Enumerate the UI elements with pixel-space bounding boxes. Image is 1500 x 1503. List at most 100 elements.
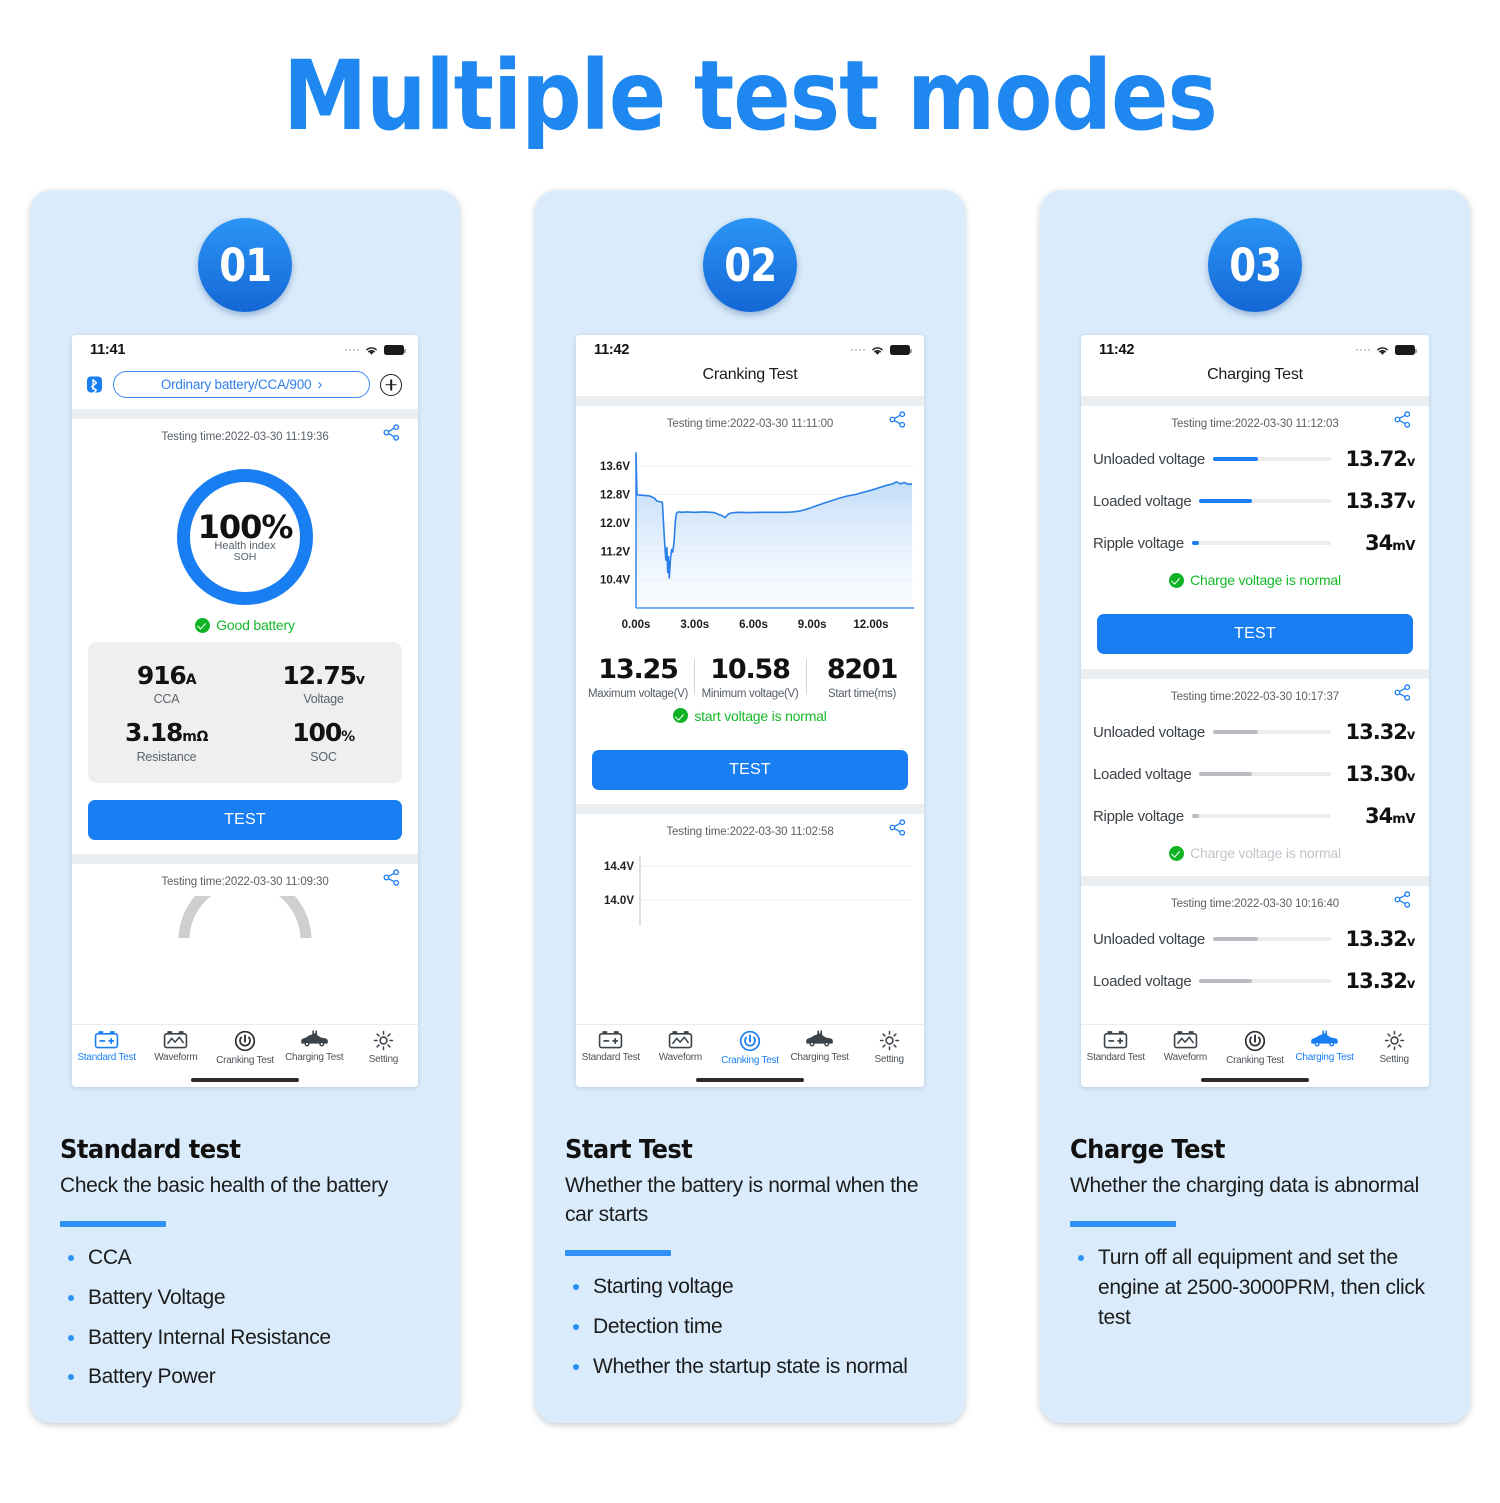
home-indicator bbox=[696, 1078, 804, 1082]
cranking-waveform-chart: 13.6V 12.8V 12.0V 11.2V 10.4V 0.00s 3.00s 6.00… bbox=[576, 438, 924, 649]
list-item: Starting voltage bbox=[565, 1272, 939, 1302]
tab-label: Waveform bbox=[658, 1052, 702, 1063]
svg-text:13.6V: 13.6V bbox=[600, 461, 630, 473]
stat-label: Minimum voltage(V) bbox=[701, 687, 799, 700]
charging-status-badge: Charge voltage is normal bbox=[1081, 837, 1429, 870]
tab-setting[interactable]: Setting bbox=[349, 1025, 418, 1077]
charging-result-card-1: Testing time:2022-03-30 11:12:03 Unloade… bbox=[1081, 406, 1429, 669]
testing-time-row: Testing time:2022-03-30 11:09:30 bbox=[72, 864, 418, 896]
tab-charging-test[interactable]: Charging Test bbox=[280, 1025, 349, 1077]
row-value: 13.72v bbox=[1345, 447, 1415, 471]
testing-time-row: Testing time:2022-03-30 11:11:00 bbox=[576, 406, 924, 438]
row-label: Loaded voltage bbox=[1093, 765, 1192, 783]
stat-value: 8201 bbox=[826, 654, 899, 685]
stat-resistance: 3.18mΩ Resistance bbox=[88, 713, 245, 770]
testing-time: Testing time:2022-03-30 11:19:36 bbox=[161, 431, 329, 443]
tabs: Standard Test Waveform Cranking Test Cha… bbox=[72, 1025, 418, 1077]
share-icon[interactable] bbox=[889, 818, 906, 841]
signal-dots-icon bbox=[1355, 348, 1370, 352]
tab-label: Standard Test bbox=[77, 1052, 136, 1063]
cranking-status-text: start voltage is normal bbox=[694, 707, 827, 724]
tab-cranking-test[interactable]: Cranking Test bbox=[715, 1025, 785, 1077]
caption-subtitle: Whether the charging data is abnormal bbox=[1070, 1174, 1419, 1197]
list-item: Turn off all equipment and set the engin… bbox=[1070, 1243, 1444, 1332]
row-label: Ripple voltage bbox=[1093, 807, 1184, 825]
share-icon[interactable] bbox=[1394, 684, 1411, 706]
cranking-test-result-card: Testing time:2022-03-30 11:11:00 13.6V 1… bbox=[576, 406, 924, 804]
phone-mockup-cranking-test: 11:42 Cranking Test Testing time:2022-03… bbox=[576, 335, 924, 1087]
testing-time-row: Testing time:2022-03-30 10:16:40 bbox=[1081, 886, 1429, 918]
charging-result-card-2: Testing time:2022-03-30 10:17:37 Unloade… bbox=[1081, 679, 1429, 876]
svg-text:6.00s: 6.00s bbox=[739, 619, 768, 631]
tab-cranking-test[interactable]: Cranking Test bbox=[210, 1025, 279, 1077]
status-indicators bbox=[1355, 344, 1417, 356]
share-icon[interactable] bbox=[1394, 411, 1411, 433]
stat-start-time: 8201 Start time(ms) bbox=[806, 655, 918, 700]
tab-charging-test[interactable]: Charging Test bbox=[1290, 1025, 1360, 1077]
charging-result-card-3: Testing time:2022-03-30 10:16:40 Unloade… bbox=[1081, 886, 1429, 1002]
tab-label: Standard Test bbox=[581, 1052, 641, 1063]
share-icon[interactable] bbox=[383, 868, 400, 891]
previous-cranking-card: Testing time:2022-03-30 11:02:58 14.4V 1… bbox=[576, 813, 924, 939]
stat-value: 10.58 bbox=[710, 654, 791, 685]
battery-type-selector[interactable]: Ordinary battery/CCA/900 › bbox=[113, 371, 370, 398]
soh-ring: 100% Health index SOH bbox=[177, 469, 313, 605]
row-value: 34mV bbox=[1364, 804, 1415, 828]
svg-text:12.8V: 12.8V bbox=[600, 490, 630, 502]
share-icon[interactable] bbox=[383, 424, 400, 446]
tab-label: Waveform bbox=[154, 1052, 198, 1063]
caption-bullets: Turn off all equipment and set the engin… bbox=[1070, 1243, 1444, 1332]
stat-voltage: 12.75v Voltage bbox=[245, 656, 402, 713]
list-item: Battery Power bbox=[60, 1362, 434, 1392]
status-time: 11:42 bbox=[1099, 342, 1135, 358]
home-indicator bbox=[191, 1078, 299, 1082]
stat-max-voltage: 13.25 Maximum voltage(V) bbox=[582, 655, 694, 700]
waveform-battery-icon bbox=[1173, 1031, 1198, 1049]
progress-track bbox=[1191, 813, 1331, 819]
charging-status-text: Charge voltage is normal bbox=[1190, 845, 1341, 861]
tab-charging-test[interactable]: Charging Test bbox=[785, 1025, 855, 1077]
share-icon[interactable] bbox=[1394, 891, 1411, 913]
phone-mockup-standard-test: 11:41 Ordinary battery/CCA/900 › Testing… bbox=[72, 335, 418, 1087]
test-button[interactable]: TEST bbox=[592, 749, 908, 790]
testing-time-row: Testing time:2022-03-30 11:02:58 bbox=[576, 814, 924, 846]
caption-subtitle: Whether the battery is normal when the c… bbox=[565, 1174, 919, 1226]
test-button[interactable]: TEST bbox=[88, 799, 402, 840]
tab-setting[interactable]: Setting bbox=[1359, 1025, 1429, 1077]
tab-setting[interactable]: Setting bbox=[854, 1025, 924, 1077]
tab-waveform[interactable]: Waveform bbox=[1151, 1025, 1221, 1077]
svg-text:11.2V: 11.2V bbox=[601, 546, 631, 558]
status-bar: 11:42 bbox=[1081, 335, 1429, 365]
row-loaded-voltage: Loaded voltage 13.30v bbox=[1081, 753, 1429, 795]
step-badge-02: 02 bbox=[703, 218, 797, 312]
add-button[interactable] bbox=[380, 373, 402, 396]
svg-text:14.4V: 14.4V bbox=[604, 861, 634, 873]
cranking-status-badge: start voltage is normal bbox=[576, 700, 924, 733]
caption-rule bbox=[565, 1249, 671, 1256]
wifi-icon bbox=[870, 345, 885, 356]
tab-standard-test[interactable]: Standard Test bbox=[576, 1025, 646, 1077]
row-loaded-voltage: Loaded voltage 13.37v bbox=[1081, 480, 1429, 522]
share-icon[interactable] bbox=[889, 411, 906, 433]
svg-text:3.00s: 3.00s bbox=[680, 619, 709, 631]
tab-standard-test[interactable]: Standard Test bbox=[1081, 1025, 1151, 1077]
charging-status-badge: Charge voltage is normal bbox=[1081, 564, 1429, 597]
tab-waveform[interactable]: Waveform bbox=[646, 1025, 716, 1077]
tab-standard-test[interactable]: Standard Test bbox=[72, 1025, 141, 1077]
test-button[interactable]: TEST bbox=[1097, 614, 1413, 654]
tab-cranking-test[interactable]: Cranking Test bbox=[1220, 1025, 1290, 1077]
section-divider bbox=[1081, 669, 1429, 679]
caption-title: Standard test bbox=[60, 1135, 241, 1165]
bluetooth-icon[interactable] bbox=[86, 375, 103, 394]
status-bar: 11:41 bbox=[72, 335, 418, 365]
tab-waveform[interactable]: Waveform bbox=[141, 1025, 210, 1077]
tab-label: Charging Test bbox=[1295, 1052, 1354, 1063]
waveform-battery-icon bbox=[164, 1031, 188, 1049]
progress-track bbox=[1199, 978, 1331, 984]
svg-text:12.00s: 12.00s bbox=[853, 619, 888, 631]
svg-text:0.00s: 0.00s bbox=[622, 619, 651, 631]
tab-label: Cranking Test bbox=[721, 1055, 779, 1066]
battery-type-label: Ordinary battery/CCA/900 bbox=[160, 377, 312, 392]
cranking-stats-row: 13.25 Maximum voltage(V) 10.58 Minimum v… bbox=[576, 649, 924, 700]
check-circle-icon bbox=[1169, 572, 1185, 588]
